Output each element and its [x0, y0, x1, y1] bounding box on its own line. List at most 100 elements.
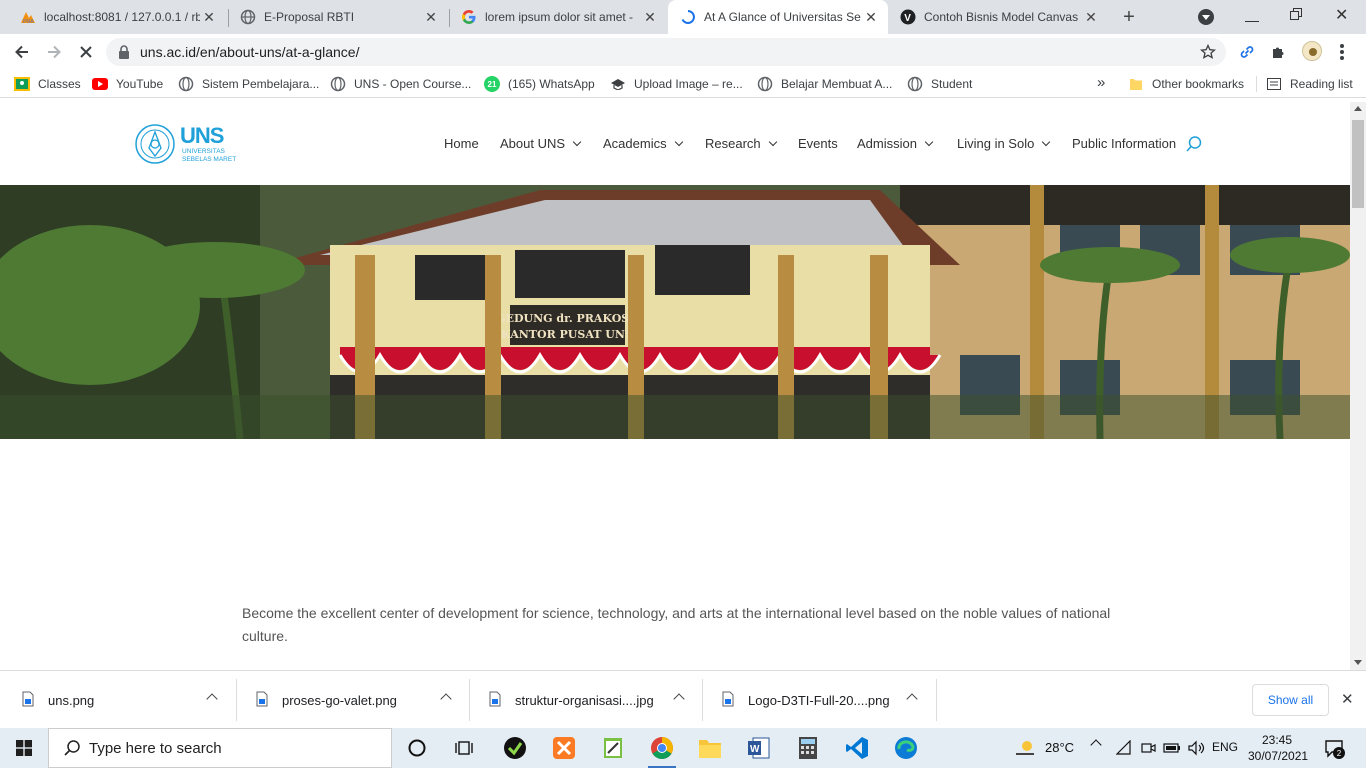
- chevron-down-icon: [674, 137, 683, 146]
- menu-kebab-icon[interactable]: [1340, 44, 1344, 60]
- forward-icon[interactable]: [44, 42, 64, 62]
- battery-icon[interactable]: [1163, 740, 1180, 756]
- nav-about-uns[interactable]: About UNS: [500, 136, 582, 151]
- page-scrollbar[interactable]: [1350, 102, 1366, 670]
- google-icon: [461, 9, 477, 25]
- inkscape-icon[interactable]: [502, 736, 528, 760]
- volume-icon[interactable]: [1187, 740, 1205, 756]
- tab-bisnis-model[interactable]: V Contoh Bisnis Model Canvas ✕: [888, 0, 1108, 34]
- nav-living-in-solo[interactable]: Living in Solo: [957, 136, 1051, 151]
- bookmark-whatsapp[interactable]: 21 (165) WhatsApp: [484, 76, 595, 92]
- meet-now-icon[interactable]: [1140, 740, 1156, 756]
- cortana-icon[interactable]: [404, 736, 430, 760]
- uns-emblem-icon: [135, 124, 175, 164]
- uns-logo-line1: UNIVERSITAS: [182, 148, 225, 155]
- nav-research[interactable]: Research: [705, 136, 777, 151]
- new-tab-button[interactable]: +: [1118, 6, 1140, 28]
- vscode-icon[interactable]: [844, 736, 870, 760]
- nav-public-information[interactable]: Public Information: [1072, 136, 1176, 151]
- bookmark-sistem-pembelajaran[interactable]: Sistem Pembelajara...: [178, 76, 319, 92]
- browser-toolbar: uns.ac.id/en/about-uns/at-a-glance/: [0, 34, 1366, 70]
- reading-list-icon: [1266, 76, 1282, 92]
- file-explorer-icon[interactable]: [697, 736, 723, 760]
- nav-events[interactable]: Events: [798, 136, 838, 151]
- extensions-puzzle-icon[interactable]: [1270, 43, 1288, 61]
- chevron-up-icon[interactable]: [440, 693, 452, 705]
- chevron-up-icon[interactable]: [673, 693, 685, 705]
- bookmark-uns-open-course[interactable]: UNS - Open Course...: [330, 76, 471, 92]
- edge-icon[interactable]: [893, 736, 919, 760]
- weather-temp[interactable]: 28°C: [1045, 740, 1074, 755]
- nav-admission[interactable]: Admission: [857, 136, 934, 151]
- chrome-icon[interactable]: [649, 736, 675, 760]
- profile-avatar[interactable]: [1302, 41, 1322, 61]
- tab-phpmyadmin[interactable]: PMA localhost:8081 / 127.0.0.1 / rb ✕: [8, 0, 226, 34]
- nav-academics[interactable]: Academics: [603, 136, 683, 151]
- chevron-up-icon[interactable]: [206, 693, 218, 705]
- notification-center-icon[interactable]: 2: [1324, 738, 1346, 760]
- other-bookmarks-folder[interactable]: Other bookmarks: [1128, 76, 1244, 92]
- chevron-down-icon: [1042, 137, 1051, 146]
- tray-overflow-chevron-icon[interactable]: [1090, 739, 1102, 751]
- scroll-up-arrow-icon[interactable]: [1354, 106, 1362, 111]
- tab-lorem-ipsum[interactable]: lorem ipsum dolor sit amet - ✕: [449, 0, 667, 34]
- windows-start-icon[interactable]: [16, 740, 32, 756]
- search-icon[interactable]: [1185, 135, 1203, 153]
- lock-icon[interactable]: [118, 45, 130, 59]
- link-extension-icon[interactable]: [1238, 43, 1256, 61]
- clock-date: 30/07/2021: [1248, 749, 1309, 763]
- stop-loading-icon[interactable]: [76, 42, 96, 62]
- tab-at-a-glance[interactable]: At A Glance of Universitas Se ✕: [668, 0, 888, 34]
- weather-icon[interactable]: [1013, 738, 1039, 758]
- window-close-icon[interactable]: ✕: [1335, 5, 1348, 25]
- tab-e-proposal[interactable]: E-Proposal RBTI ✕: [228, 0, 448, 34]
- url-text[interactable]: uns.ac.id/en/about-uns/at-a-glance/: [140, 44, 359, 60]
- close-icon[interactable]: ✕: [641, 8, 659, 26]
- nav-home[interactable]: Home: [444, 136, 479, 151]
- close-icon[interactable]: ✕: [1082, 8, 1100, 26]
- restore-icon[interactable]: [1290, 8, 1302, 20]
- uns-logo-abbr: UNS: [180, 123, 224, 148]
- minimize-icon[interactable]: [1245, 8, 1259, 22]
- download-item[interactable]: Logo-D3TI-Full-20....png: [702, 671, 936, 729]
- bookmark-belajar-membuat[interactable]: Belajar Membuat A...: [757, 76, 892, 92]
- notepad-icon[interactable]: [600, 736, 626, 760]
- close-icon[interactable]: ✕: [862, 8, 880, 26]
- language-indicator[interactable]: ENG: [1212, 740, 1238, 754]
- bookmark-youtube[interactable]: YouTube: [92, 76, 163, 92]
- bookmark-classes[interactable]: Classes: [14, 76, 81, 92]
- chevron-down-icon: [572, 137, 582, 146]
- chevron-up-icon[interactable]: [906, 693, 918, 705]
- tab-strip: PMA localhost:8081 / 127.0.0.1 / rb ✕ E-…: [0, 0, 1366, 34]
- classroom-icon: [14, 76, 30, 92]
- uns-logo[interactable]: UNS UNIVERSITAS SEBELAS MARET: [134, 122, 238, 166]
- bookmarks-overflow-button[interactable]: »: [1097, 74, 1105, 91]
- network-icon[interactable]: [1115, 739, 1132, 756]
- show-all-button[interactable]: Show all: [1252, 684, 1329, 716]
- download-item[interactable]: struktur-organisasi....jpg: [469, 671, 702, 729]
- tab-title: lorem ipsum dolor sit amet -: [485, 10, 634, 24]
- clock[interactable]: 23:45 30/07/2021: [1248, 732, 1309, 764]
- close-icon[interactable]: ✕: [200, 8, 218, 26]
- tab-search-icon[interactable]: [1198, 9, 1214, 25]
- taskbar-search-box[interactable]: Type here to search: [48, 728, 392, 768]
- calculator-icon[interactable]: [795, 736, 821, 760]
- address-bar[interactable]: uns.ac.id/en/about-uns/at-a-glance/: [106, 38, 1226, 66]
- word-icon[interactable]: W: [746, 736, 772, 760]
- reading-list-button[interactable]: Reading list: [1266, 76, 1353, 92]
- download-item[interactable]: uns.png: [0, 671, 236, 729]
- scroll-down-arrow-icon[interactable]: [1354, 660, 1362, 665]
- bookmark-star-icon[interactable]: [1199, 43, 1217, 63]
- scrollbar-thumb[interactable]: [1352, 120, 1364, 208]
- download-item[interactable]: proses-go-valet.png: [236, 671, 469, 729]
- close-downloads-icon[interactable]: ✕: [1341, 690, 1354, 708]
- windows-taskbar: Type here to search W 28°C ENG 23:45 30/…: [0, 728, 1366, 768]
- file-icon: [22, 691, 34, 710]
- chevron-down-icon: [924, 137, 934, 146]
- bookmark-upload-image[interactable]: Upload Image – re...: [610, 76, 743, 92]
- back-icon[interactable]: [12, 42, 32, 62]
- xampp-icon[interactable]: [551, 736, 577, 760]
- task-view-icon[interactable]: [451, 736, 477, 760]
- close-icon[interactable]: ✕: [422, 8, 440, 26]
- bookmark-student[interactable]: Student: [907, 76, 972, 92]
